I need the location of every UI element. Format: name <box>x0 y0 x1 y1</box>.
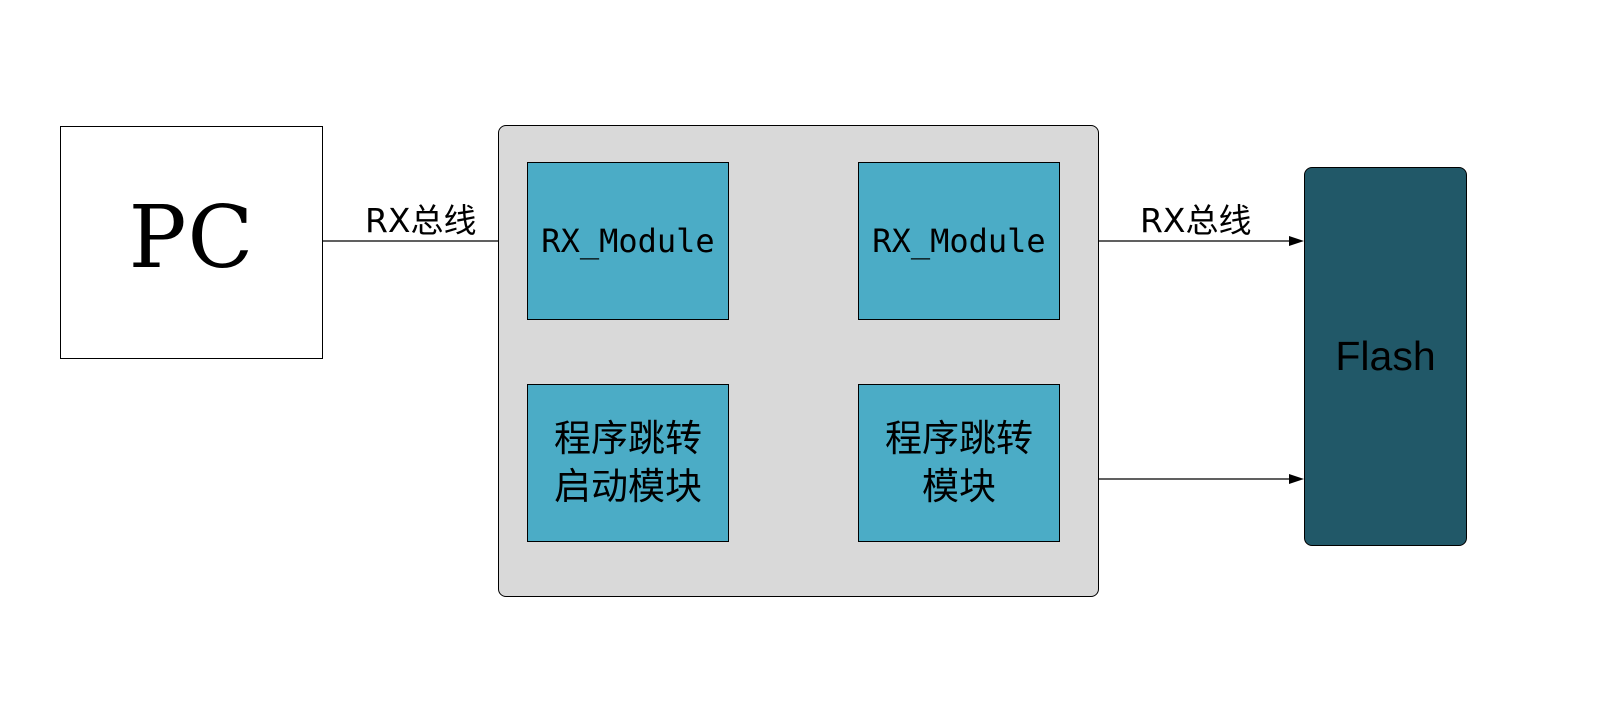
bus-label-left: RX总线 <box>365 201 477 240</box>
jump-module: 程序跳转模块 <box>858 384 1060 542</box>
pc-block: PC <box>60 126 323 359</box>
rx-module-1-label: RX_Module <box>541 222 715 260</box>
bus-label-right: RX总线 <box>1140 201 1252 240</box>
jump-start-module-label: 程序跳转启动模块 <box>554 417 702 508</box>
flash-label: Flash <box>1335 333 1436 379</box>
jump-module-label: 程序跳转模块 <box>885 417 1033 508</box>
arrowhead-icon <box>1289 236 1304 246</box>
jump-start-module: 程序跳转启动模块 <box>527 384 729 542</box>
rx-module-1: RX_Module <box>527 162 729 320</box>
arrowhead-icon <box>1289 474 1304 484</box>
flash-block: Flash <box>1304 167 1467 546</box>
rx-module-2-label: RX_Module <box>872 222 1046 260</box>
rx-module-2: RX_Module <box>858 162 1060 320</box>
pc-label: PC <box>128 187 255 288</box>
